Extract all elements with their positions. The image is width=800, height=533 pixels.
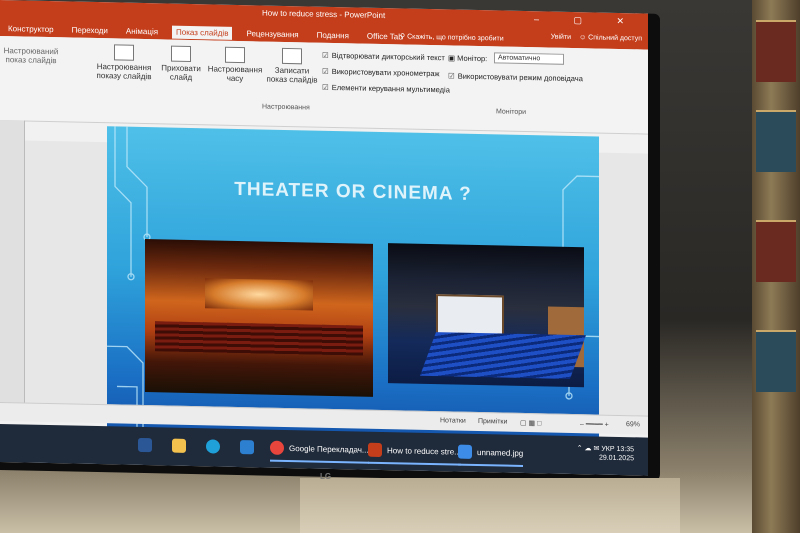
chrome-icon (270, 440, 284, 455)
record-icon (282, 47, 302, 65)
checkbox-timings[interactable]: Використовувати хронометраж (322, 67, 440, 78)
tab-slideshow[interactable]: Показ слайдів (172, 25, 233, 40)
person-icon: ☺ (579, 34, 589, 42)
zoom-level[interactable]: 69% (626, 421, 640, 428)
stopwatch-icon (225, 46, 245, 64)
ribbon-body: Настроюваний показ слайдів Настроювання … (0, 36, 648, 135)
clock-date: 29.01.2025 (598, 454, 634, 463)
monitor-label: ▣ Монітор: (448, 53, 487, 63)
projector-icon (114, 44, 134, 61)
edge-icon (206, 439, 220, 454)
explorer-icon (172, 438, 186, 453)
comments-button[interactable]: Примітки (478, 418, 507, 426)
book (756, 220, 796, 282)
group-label-monitors: Монітори (496, 108, 527, 117)
window-controls[interactable]: – ▢ ✕ (534, 14, 640, 27)
rehearse-timings-label: Настроювання часу (207, 64, 263, 84)
tv-monitor: How to reduce stress - PowerPoint – ▢ ✕ … (0, 0, 660, 484)
theater-photo[interactable] (145, 239, 373, 397)
share-label: Спільний доступ (588, 34, 642, 43)
sign-in-link[interactable]: Увійти (551, 34, 571, 41)
thumbnail-pane[interactable] (0, 120, 25, 421)
checkbox-narrations[interactable]: Відтворювати дикторський текст (322, 51, 445, 62)
record-slideshow-label: Записати показ слайдів (266, 65, 318, 85)
checkbox-media-controls[interactable]: Елементи керування мультимедіа (322, 83, 450, 94)
tv-brand-logo: LG (320, 472, 332, 481)
window-label: How to reduce stre... (387, 445, 461, 457)
system-tray[interactable]: ⌃ ☁ ✉ УКР 13:35 29.01.2025 (577, 444, 634, 463)
custom-show-fragment[interactable]: Настроюваний показ слайдів (2, 46, 60, 65)
checkbox-presenter-view[interactable]: Використовувати режим доповідача (448, 71, 583, 84)
bookshelf (752, 0, 800, 533)
tell-me-text: Скажіть, що потрібно зробити (407, 33, 504, 43)
powerpoint-icon (368, 442, 382, 458)
monitor-label-text: Монітор: (457, 53, 488, 64)
user-bar: Увійти ☺ Спільний доступ (551, 34, 642, 43)
rehearse-timings-button[interactable]: Настроювання часу (206, 46, 264, 83)
hide-slide-icon (171, 45, 191, 63)
setup-slideshow-label: Настроювання показу слайдів (96, 62, 152, 82)
fragment-line-2: показ слайдів (5, 55, 57, 66)
tab-design[interactable]: Конструктор (4, 22, 58, 36)
theater-stage (205, 278, 313, 311)
slide: THEATER OR CINEMA ? (107, 126, 599, 451)
window-label: Google Перекладач... (289, 443, 369, 455)
taskbar-word[interactable] (138, 433, 152, 457)
view-buttons[interactable]: ▢ ▦ □ (520, 419, 541, 427)
language-indicator[interactable]: УКР (601, 446, 614, 453)
taskbar-explorer[interactable] (172, 434, 186, 458)
word-icon (138, 437, 152, 453)
tab-view[interactable]: Подання (313, 28, 353, 42)
clock-time: 13:35 (616, 445, 634, 454)
window-label: unnamed.jpg (477, 447, 524, 458)
taskbar-window-translate[interactable]: Google Перекладач... (270, 435, 369, 464)
photos-icon (458, 444, 472, 459)
cinema-seats (419, 332, 587, 379)
tv-stand (300, 478, 680, 533)
record-slideshow-button[interactable]: Записати показ слайдів (264, 47, 320, 85)
taskbar-window-powerpoint[interactable]: How to reduce stre... (368, 437, 461, 466)
hide-slide-label: Приховати слайд (161, 63, 201, 83)
monitor-icon: ▣ (448, 53, 458, 63)
share-button[interactable]: ☺ Спільний доступ (579, 34, 642, 42)
monitor-screen: How to reduce stress - PowerPoint – ▢ ✕ … (0, 0, 648, 476)
zoom-slider[interactable]: – ━━━━ + (580, 420, 609, 429)
setup-slideshow-button[interactable]: Настроювання показу слайдів (92, 44, 156, 81)
tab-review[interactable]: Рецензування (242, 27, 302, 41)
taskbar-calculator[interactable] (240, 435, 254, 459)
cinema-photo[interactable] (388, 243, 587, 388)
book (756, 20, 796, 82)
taskbar-edge[interactable] (206, 434, 220, 458)
group-label-setup: Настроювання (262, 103, 310, 112)
notes-button[interactable]: Нотатки (440, 417, 466, 425)
hide-slide-button[interactable]: Приховати слайд (158, 45, 204, 82)
window-title: How to reduce stress - PowerPoint (262, 8, 386, 21)
calculator-icon (240, 440, 254, 455)
taskbar-window-image[interactable]: unnamed.jpg (458, 439, 524, 467)
monitor-select[interactable]: Автоматично (494, 52, 564, 65)
book (756, 110, 796, 172)
theater-seats (155, 321, 363, 356)
tray-icons: ⌃ ☁ ✉ (576, 445, 602, 453)
tab-animations[interactable]: Анімація (122, 24, 162, 38)
book (756, 330, 796, 392)
tell-me-box[interactable]: ⚲ Скажіть, що потрібно зробити (400, 32, 504, 42)
tab-transitions[interactable]: Переходи (68, 23, 112, 37)
